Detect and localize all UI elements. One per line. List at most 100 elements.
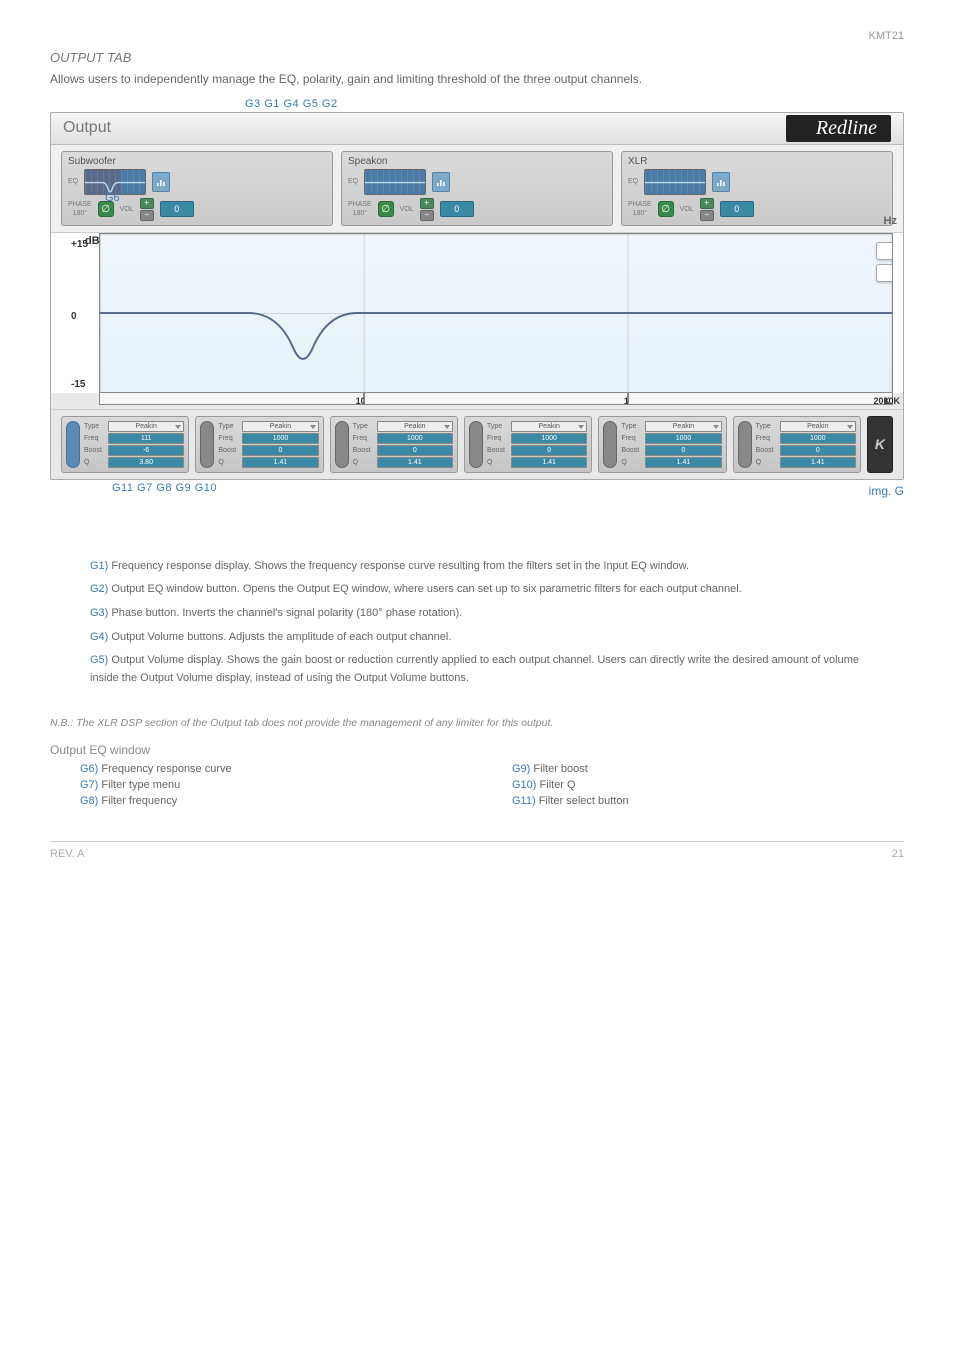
filter-select-button[interactable] bbox=[200, 421, 214, 468]
filter-freq-input[interactable]: 1000 bbox=[645, 433, 721, 444]
app-titlebar: Output Redline bbox=[51, 113, 903, 145]
vol-display[interactable]: 0 bbox=[160, 201, 194, 217]
eq-label: EQ bbox=[628, 178, 638, 185]
eq-icon bbox=[156, 177, 166, 187]
desc-key: G4) bbox=[90, 631, 108, 643]
eq-label: EQ bbox=[68, 178, 78, 185]
mini-freq-display bbox=[644, 169, 706, 195]
filter-q-input[interactable]: 1.41 bbox=[242, 457, 318, 468]
filter-freq-input[interactable]: 1000 bbox=[242, 433, 318, 444]
filter-boost-input[interactable]: -6 bbox=[108, 445, 184, 456]
graph-tool-button[interactable] bbox=[876, 242, 893, 260]
filter-select-button[interactable] bbox=[469, 421, 483, 468]
desc-key: G7) bbox=[80, 779, 98, 791]
vol-down-button[interactable]: − bbox=[420, 210, 434, 221]
eq-icon bbox=[436, 177, 446, 187]
minus-icon: − bbox=[704, 211, 709, 219]
callout-labels-bottom: G11 G7 G8 G9 G10 bbox=[112, 482, 217, 494]
channel-name: XLR bbox=[628, 156, 886, 167]
revision: REV. A bbox=[50, 848, 84, 860]
filter-freq-input[interactable]: 1000 bbox=[780, 433, 856, 444]
eq-window-title: Output EQ window bbox=[50, 743, 904, 757]
vol-display[interactable]: 0 bbox=[720, 201, 754, 217]
filter-block: TypePeakin Freq1000 Boost0 Q1.41 bbox=[464, 416, 592, 473]
phase-button[interactable]: ∅ bbox=[658, 201, 674, 217]
channel-name: Speakon bbox=[348, 156, 606, 167]
filter-freq-label: Freq bbox=[84, 435, 106, 442]
desc-key: G8) bbox=[80, 795, 98, 807]
x-axis-label: Hz bbox=[884, 215, 897, 227]
desc-key: G5) bbox=[90, 654, 108, 666]
filter-type-menu[interactable]: Peakin bbox=[511, 421, 587, 432]
filter-freq-input[interactable]: 1000 bbox=[511, 433, 587, 444]
phase-sub: 180° bbox=[633, 210, 647, 217]
page-footer: REV. A 21 bbox=[50, 841, 904, 860]
response-curve-icon bbox=[100, 234, 892, 392]
page-number: 21 bbox=[892, 848, 904, 860]
filter-type-menu[interactable]: Peakin bbox=[645, 421, 721, 432]
filter-type-menu[interactable]: Peakin bbox=[242, 421, 318, 432]
eq-icon bbox=[716, 177, 726, 187]
filter-type-label: Type bbox=[84, 423, 106, 430]
vol-up-button[interactable]: + bbox=[140, 198, 154, 209]
filter-select-button[interactable] bbox=[335, 421, 349, 468]
y-tick: 0 bbox=[71, 311, 77, 322]
x-tick: 20K bbox=[874, 396, 891, 406]
phase-sub: 180° bbox=[73, 210, 87, 217]
graph-area: dB +15 0 -15 Hz bbox=[51, 233, 903, 393]
filter-block: TypePeakin Freq1000 Boost0 Q1.41 bbox=[195, 416, 323, 473]
filter-q-input[interactable]: 1.41 bbox=[780, 457, 856, 468]
filters-row: TypePeakin Freq111 Boost-6 Q3.80 TypePea… bbox=[51, 409, 903, 479]
desc-key: G2) bbox=[90, 583, 108, 595]
callout-labels-top: G3 G1 G4 G5 G2 bbox=[245, 98, 904, 110]
minus-icon: − bbox=[424, 211, 429, 219]
plus-icon: + bbox=[704, 199, 709, 207]
brand-k-logo: K bbox=[867, 416, 893, 473]
vol-display[interactable]: 0 bbox=[440, 201, 474, 217]
vol-up-button[interactable]: + bbox=[700, 198, 714, 209]
vol-down-button[interactable]: − bbox=[700, 210, 714, 221]
channels-row: Subwoofer EQ PHASE180° ∅ VOL + bbox=[51, 145, 903, 233]
graph-tool-button[interactable] bbox=[876, 264, 893, 282]
phase-label: PHASE bbox=[68, 201, 92, 208]
vol-up-button[interactable]: + bbox=[420, 198, 434, 209]
channel-name: Subwoofer bbox=[68, 156, 326, 167]
filter-boost-input[interactable]: 0 bbox=[511, 445, 587, 456]
filter-q-input[interactable]: 1.41 bbox=[377, 457, 453, 468]
callout-g6: G6 bbox=[105, 192, 120, 204]
vol-down-button[interactable]: − bbox=[140, 210, 154, 221]
filter-type-menu[interactable]: Peakin bbox=[108, 421, 184, 432]
freq-response-graph[interactable] bbox=[99, 233, 893, 393]
filter-boost-input[interactable]: 0 bbox=[242, 445, 318, 456]
desc-key: G1) bbox=[90, 560, 108, 572]
filter-q-input[interactable]: 1.41 bbox=[511, 457, 587, 468]
eq-label: EQ bbox=[348, 178, 358, 185]
filter-boost-input[interactable]: 0 bbox=[645, 445, 721, 456]
filter-select-button[interactable] bbox=[66, 421, 80, 468]
filter-freq-input[interactable]: 111 bbox=[108, 433, 184, 444]
plus-icon: + bbox=[144, 199, 149, 207]
filter-select-button[interactable] bbox=[603, 421, 617, 468]
eq-button[interactable] bbox=[432, 172, 450, 192]
phase-button[interactable]: ∅ bbox=[378, 201, 394, 217]
desc-text: Frequency response display. Shows the fr… bbox=[108, 560, 689, 572]
eq-window-columns: G6) Frequency response curve G7) Filter … bbox=[80, 763, 904, 811]
filter-q-input[interactable]: 3.80 bbox=[108, 457, 184, 468]
eq-button[interactable] bbox=[152, 172, 170, 192]
doc-id: KMT21 bbox=[50, 30, 904, 42]
phase-icon: ∅ bbox=[661, 204, 670, 215]
desc-text: Output Volume buttons. Adjusts the ampli… bbox=[108, 631, 451, 643]
filter-type-menu[interactable]: Peakin bbox=[780, 421, 856, 432]
filter-q-input[interactable]: 1.41 bbox=[645, 457, 721, 468]
filter-boost-input[interactable]: 0 bbox=[377, 445, 453, 456]
desc-key: G11) bbox=[512, 795, 536, 807]
filter-boost-label: Boost bbox=[84, 447, 106, 454]
descriptions: G1) Frequency response display. Shows th… bbox=[90, 558, 864, 688]
filter-freq-input[interactable]: 1000 bbox=[377, 433, 453, 444]
eq-button[interactable] bbox=[712, 172, 730, 192]
filter-select-button[interactable] bbox=[738, 421, 752, 468]
app-window: Output Redline Subwoofer EQ PHASE 180° bbox=[50, 112, 904, 480]
filter-boost-input[interactable]: 0 bbox=[780, 445, 856, 456]
filter-type-menu[interactable]: Peakin bbox=[377, 421, 453, 432]
desc-key: G3) bbox=[90, 607, 108, 619]
